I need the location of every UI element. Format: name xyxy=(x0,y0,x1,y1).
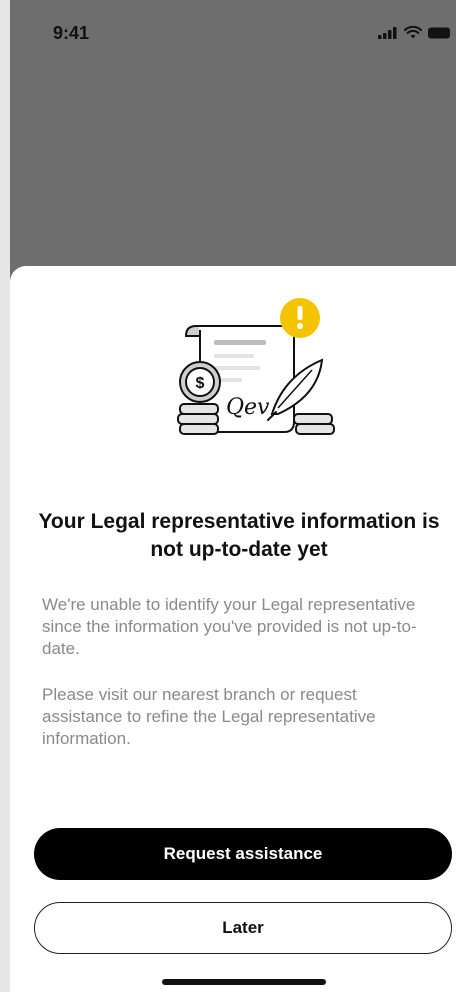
cellular-signal-icon xyxy=(378,26,397,39)
status-icons xyxy=(378,26,450,39)
status-time: 9:41 xyxy=(53,23,90,43)
svg-text:$: $ xyxy=(196,375,205,392)
battery-icon xyxy=(428,27,450,38)
signature-text: Qev xyxy=(226,395,270,420)
dollar-coin-icon: $ xyxy=(179,361,221,403)
left-edge-strip xyxy=(0,0,10,992)
sheet-description-2: Please visit our nearest branch or reque… xyxy=(42,685,376,748)
bottom-sheet: $ Qev Your Legal representative informat… xyxy=(10,266,456,992)
sheet-description-1: We're unable to identify your Legal repr… xyxy=(42,595,417,658)
request-assistance-button[interactable]: Request assistance xyxy=(34,828,452,880)
later-button[interactable]: Later xyxy=(34,902,452,954)
sheet-title: Your Legal representative information is… xyxy=(38,510,440,561)
app-screen: 9:41 $ Qev Your Legal representative inf… xyxy=(0,0,456,992)
home-indicator xyxy=(162,979,326,985)
wifi-icon xyxy=(404,26,422,39)
warning-icon xyxy=(280,298,320,338)
status-bar: 9:41 xyxy=(10,0,456,64)
legal-document-illustration: $ Qev xyxy=(177,298,335,435)
